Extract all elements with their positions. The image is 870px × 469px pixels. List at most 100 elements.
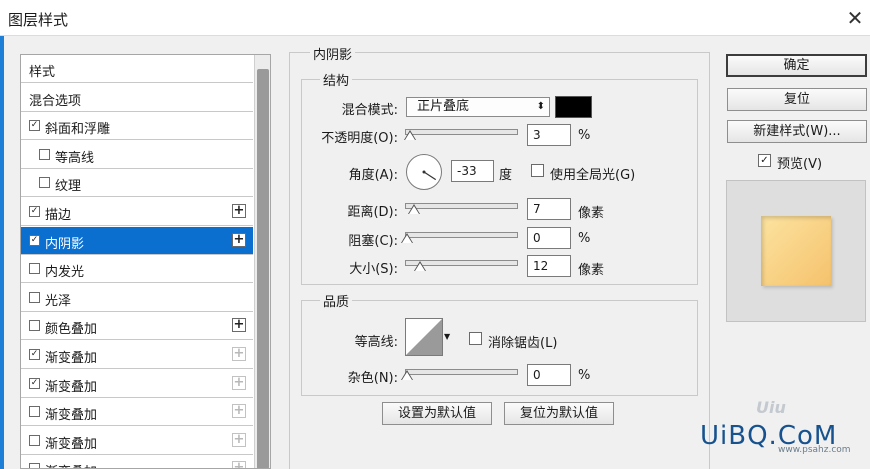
style-item-label: 颜色叠加 [45,322,98,338]
style-item-label: 描边 [45,208,72,223]
style-item-checkbox[interactable] [29,263,40,275]
style-item-label: 渐变叠加 [45,351,98,366]
angle-label: 角度(A): [348,168,398,183]
opacity-slider[interactable] [405,129,518,135]
add-effect-icon[interactable]: + [232,375,246,390]
choke-unit: % [578,231,591,246]
style-list-item[interactable]: ✓ 渐变叠加 + [21,341,253,369]
style-item-checkbox[interactable] [29,406,40,418]
add-effect-icon[interactable]: + [232,318,246,333]
add-effect-icon[interactable]: + [232,404,246,419]
preview-checkbox[interactable]: ✓ [758,154,771,167]
contour-curve-icon [405,318,443,356]
slider-thumb-fill [405,132,416,140]
ok-button[interactable]: 确定 [726,54,867,77]
style-list-item[interactable]: 颜色叠加 + [21,312,253,341]
style-list-item[interactable]: 渐变叠加 + [21,398,253,427]
style-item-checkbox[interactable] [29,291,40,303]
style-list-item[interactable]: 渐变叠加 + [21,455,253,468]
choke-slider[interactable] [405,232,518,238]
distance-input[interactable]: 7 [527,198,571,220]
noise-label: 杂色(N): [347,371,398,386]
window-edge-accent [0,36,4,469]
style-list-item[interactable]: 样式 [21,55,253,83]
style-item-checkbox[interactable]: ✓ [29,349,40,360]
angle-input[interactable]: -33 [451,160,494,182]
anti-alias-checkbox[interactable] [469,332,482,345]
size-input[interactable]: 12 [527,255,571,277]
title-bar: 图层样式 ✕ [0,0,870,36]
choke-input[interactable]: 0 [527,227,571,249]
shadow-color-swatch[interactable] [555,96,592,118]
slider-thumb-fill [402,235,412,243]
global-light-checkbox[interactable] [531,164,544,177]
preview-label: 预览(V) [777,157,823,172]
style-item-label: 内发光 [45,265,85,281]
style-list-item[interactable]: ✓ 内阴影 + [21,226,253,255]
new-style-button[interactable]: 新建样式(W)... [727,120,867,143]
size-unit: 像素 [578,263,605,278]
add-effect-icon[interactable]: + [232,204,246,218]
style-list-item[interactable]: ✓ 描边 + [21,198,253,226]
add-effect-icon[interactable]: + [232,432,246,447]
add-effect-icon[interactable]: + [232,347,246,361]
section-title: 内阴影 [310,44,356,63]
add-effect-icon[interactable]: + [232,461,246,468]
style-item-label: 斜面和浮雕 [45,122,111,138]
style-list-item[interactable]: 渐变叠加 + [21,426,253,455]
style-list-item[interactable]: 等高线 [21,140,253,169]
layer-style-dialog: 图层样式 ✕ 样式 混合选项 ✓ 斜面和浮雕 等高线 纹理 ✓ 描边 + ✓ 内阴影 + 内发光 光泽 颜色… [0,0,870,469]
style-item-label: 混合选项 [29,93,82,109]
distance-slider[interactable] [405,203,518,209]
opacity-input[interactable]: 3 [527,124,571,146]
noise-input[interactable]: 0 [527,364,571,386]
style-list-item[interactable]: ✓ 斜面和浮雕 [21,112,253,141]
preview-swatch [761,216,831,286]
style-list-item[interactable]: ✓ 渐变叠加 + [21,369,253,398]
slider-thumb-fill [414,263,425,271]
style-item-checkbox[interactable] [29,320,40,332]
style-list-item[interactable]: 混合选项 [21,83,253,112]
distance-label: 距离(D): [347,205,398,220]
style-item-label: 渐变叠加 [45,408,98,424]
style-list-scrollbar[interactable] [254,55,270,468]
contour-dropdown-arrow-icon[interactable]: ▼ [444,332,450,341]
close-icon[interactable]: ✕ [843,6,867,30]
style-list-item[interactable]: 纹理 [21,169,253,198]
style-item-checkbox[interactable]: ✓ [29,120,40,132]
scrollbar-thumb[interactable] [257,69,269,468]
opacity-label: 不透明度(O): [321,131,398,146]
slider-thumb-fill [409,206,420,214]
angle-dial[interactable] [405,153,443,191]
contour-picker[interactable]: ▼ [405,318,451,356]
watermark-logo-text: Uiu [756,398,786,417]
choke-label: 阻塞(C): [348,234,398,249]
structure-title: 结构 [320,70,353,89]
reset-to-default-button[interactable]: 复位为默认值 [504,402,614,425]
style-item-checkbox[interactable] [39,148,50,160]
reset-button[interactable]: 复位 [727,88,867,111]
make-default-button[interactable]: 设置为默认值 [382,402,492,425]
style-item-label: 纹理 [55,179,82,195]
style-item-label: 内阴影 [45,236,85,252]
style-item-label: 样式 [29,65,56,80]
style-item-label: 等高线 [55,150,95,166]
blend-mode-label: 混合模式: [341,103,398,118]
style-list-item[interactable]: 内发光 [21,255,253,284]
style-item-checkbox[interactable] [39,177,50,189]
contour-label: 等高线: [354,335,398,350]
style-item-checkbox[interactable]: ✓ [29,377,40,389]
updown-arrow-icon: ⬍ [536,101,545,112]
style-list-item[interactable]: 光泽 [21,283,253,312]
noise-unit: % [578,368,591,383]
style-item-checkbox[interactable]: ✓ [29,206,40,217]
add-effect-icon[interactable]: + [232,232,246,247]
style-item-checkbox[interactable] [29,434,40,446]
quality-title: 品质 [320,291,353,310]
blend-mode-select[interactable]: 正片叠底 ⬍ [406,97,550,117]
style-item-checkbox[interactable]: ✓ [29,234,40,246]
angle-unit: 度 [499,168,513,183]
style-item-checkbox[interactable] [29,463,40,468]
noise-slider[interactable] [405,369,518,375]
global-light-label: 使用全局光(G) [550,168,636,183]
